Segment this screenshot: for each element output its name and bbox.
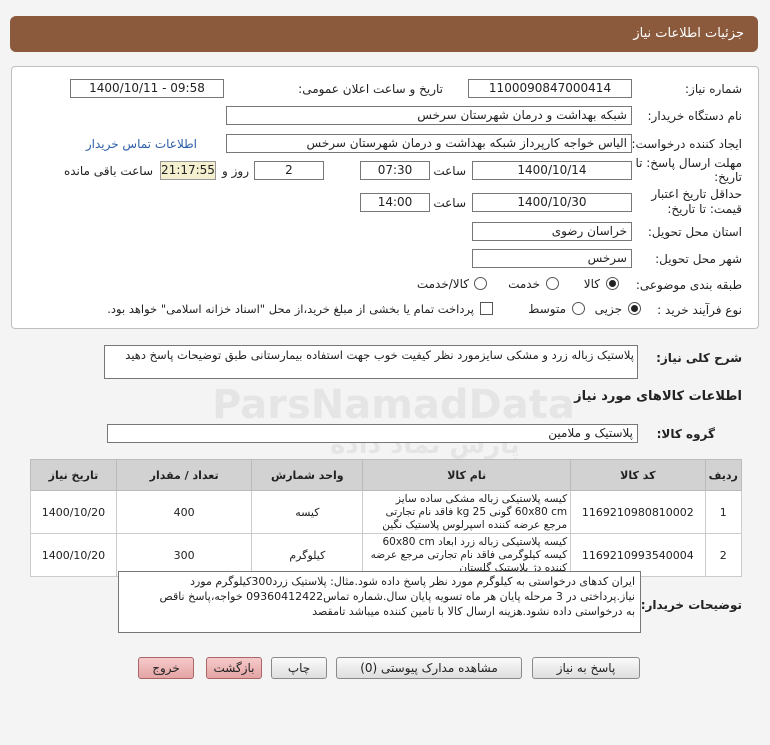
announce-label: تاریخ و ساعت اعلان عمومی: [298, 82, 443, 96]
header-need-date: تاریخ نیاز [30, 459, 117, 491]
header-item-name: نام کالا [362, 459, 572, 491]
cell-quantity: 400 [115, 490, 253, 534]
cell-need-date: 1400/10/20 [30, 490, 117, 534]
reply-button[interactable]: پاسخ به نیاز [532, 657, 640, 679]
buyer-notes-line-1: ایران کدهای درخواستی به کیلوگرم مورد نظر… [190, 575, 635, 588]
purchase-minor-label: جزیی [594, 302, 622, 316]
treasury-payment-checkbox[interactable] [480, 302, 493, 315]
days-field: 2 [254, 161, 324, 180]
announce-field: 1400/10/11 - 09:58 [70, 79, 224, 98]
goods-section-title: اطلاعات کالاهای مورد نیاز [574, 389, 742, 404]
treasury-payment-label: پرداخت تمام یا بخشی از مبلغ خرید،از محل … [107, 302, 474, 316]
purchase-medium-radio[interactable] [572, 302, 585, 315]
header-row-index: ردیف [704, 459, 743, 491]
page-title: جزئیات اطلاعات نیاز [633, 26, 744, 41]
category-goods-label: کالا [583, 277, 600, 291]
attachments-button[interactable]: مشاهده مدارک پیوستی (0) [336, 657, 522, 679]
province-field: خراسان رضوی [472, 222, 632, 241]
back-button[interactable]: بازگشت [206, 657, 262, 679]
purchase-type-label: نوع فرآیند خرید : [657, 303, 742, 317]
category-service-label: خدمت [508, 277, 540, 291]
deadline-time-label: ساعت [433, 164, 466, 178]
cell-need-date: 1400/10/20 [30, 533, 117, 577]
category-label: طبقه بندی موضوعی: [635, 278, 742, 292]
category-service-radio[interactable] [546, 277, 559, 290]
deadline-date-field: 1400/10/14 [472, 161, 632, 180]
category-goods-service-label: کالا/خدمت [416, 277, 469, 291]
validity-date-field: 1400/10/30 [472, 193, 632, 212]
goods-table: تاریخ نیاز تعداد / مقدار واحد شمارش نام … [30, 459, 743, 577]
header-quantity: تعداد / مقدار [115, 459, 253, 491]
buyer-org-field: شبکه بهداشت و درمان شهرستان سرخس [226, 106, 632, 125]
buyer-notes-line-2: نیاز.پرداختی در 3 مرحله پایان هر ماه تسو… [159, 590, 635, 603]
purchase-medium-label: متوسط [528, 302, 566, 316]
deadline-label-2: تاریخ: [714, 170, 742, 184]
validity-time-label: ساعت [433, 196, 466, 210]
remaining-time-field: 21:17:55 [160, 161, 216, 180]
validity-time-field: 14:00 [360, 193, 430, 212]
deadline-label-1: مهلت ارسال پاسخ: تا [635, 156, 742, 170]
buyer-org-label: نام دستگاه خریدار: [647, 109, 743, 123]
purchase-minor-radio[interactable] [628, 302, 641, 315]
creator-label: ایجاد کننده درخواست: [631, 137, 742, 151]
validity-label-2: قیمت: تا تاریخ: [667, 202, 742, 216]
page-title-bar: جزئیات اطلاعات نیاز [10, 16, 758, 52]
cell-row-index: 1 [704, 490, 743, 534]
cell-item-name: کیسه پلاستیکی زباله مشکی ساده سایز 60x80… [362, 490, 572, 534]
cell-item-code: 1169210980810002 [570, 490, 706, 534]
goods-group-field: پلاستیک و ملامین [107, 424, 638, 443]
goods-group-label: گروه کالا: [656, 427, 715, 441]
contact-buyer-link[interactable]: اطلاعات تماس خریدار [86, 137, 197, 151]
remaining-time-label: ساعت باقی مانده [63, 164, 153, 178]
province-label: استان محل تحویل: [647, 225, 742, 239]
watermark-brand: ParsNamadData [212, 382, 575, 428]
buyer-notes-line-3: به درخواستی داده نشود.هزینه ارسال کالا ب… [312, 605, 635, 618]
print-button[interactable]: چاپ [271, 657, 327, 679]
table-row: 1400/10/20 400 کیسه کیسه پلاستیکی زباله … [30, 490, 743, 534]
creator-field: الیاس خواجه کارپرداز شبکه بهداشت و درمان… [226, 134, 632, 153]
category-goods-service-radio[interactable] [474, 277, 487, 290]
need-number-label: شماره نیاز: [685, 82, 742, 96]
header-item-code: کد کالا [570, 459, 706, 491]
exit-button[interactable]: خروج [138, 657, 194, 679]
city-label: شهر محل تحویل: [655, 252, 742, 266]
buyer-notes-label: توضیحات خریدار: [640, 598, 742, 612]
category-goods-radio[interactable] [606, 277, 619, 290]
summary-text: پلاستیک زباله زرد و مشکی سایزمورد نظر کی… [125, 348, 634, 362]
days-label: روز و [222, 164, 249, 178]
summary-label: شرح کلی نیاز: [656, 351, 742, 365]
cell-row-index: 2 [704, 533, 743, 577]
table-header-row: تاریخ نیاز تعداد / مقدار واحد شمارش نام … [30, 459, 743, 491]
header-unit: واحد شمارش [251, 459, 364, 491]
city-field: سرخس [472, 249, 632, 268]
deadline-time-field: 07:30 [360, 161, 430, 180]
cell-unit: کیسه [251, 490, 364, 534]
need-number-field: 1100090847000414 [468, 79, 632, 98]
validity-label-1: حداقل تاریخ اعتبار [651, 187, 742, 201]
